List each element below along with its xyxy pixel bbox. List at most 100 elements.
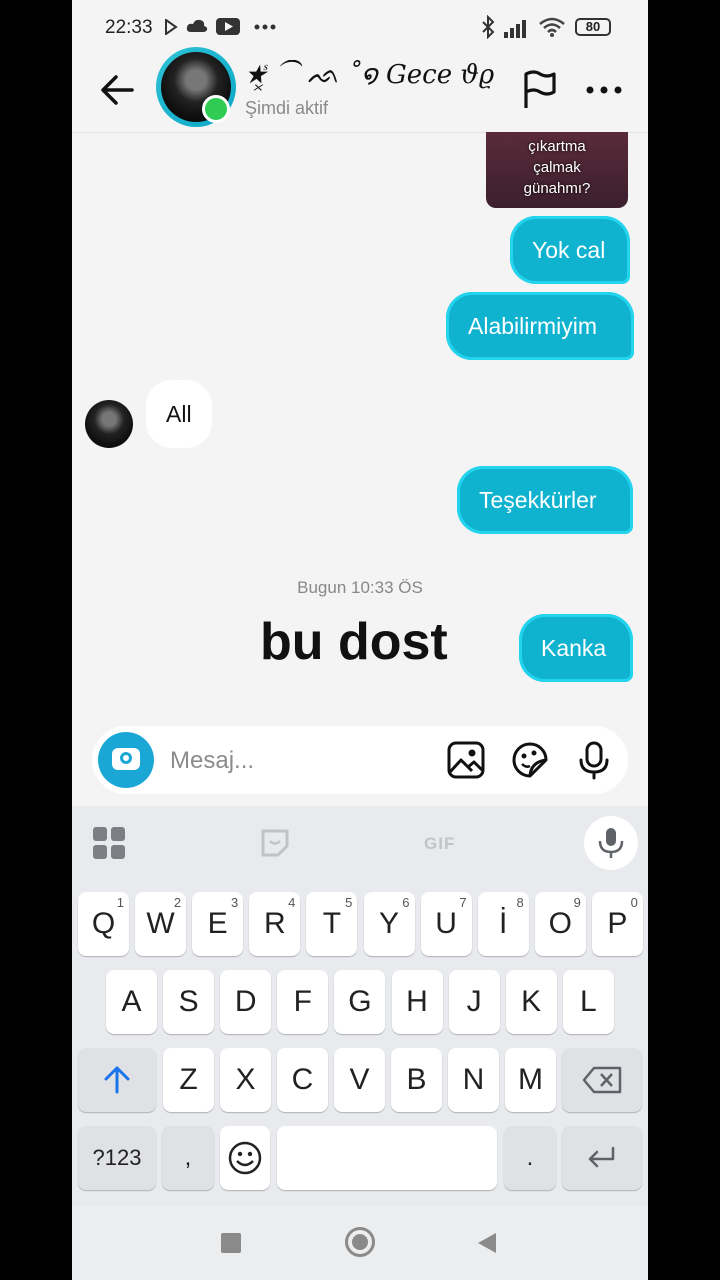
back-triangle-icon[interactable]	[476, 1231, 498, 1255]
backspace-key[interactable]	[562, 1048, 642, 1112]
microphone-icon[interactable]	[574, 740, 614, 780]
key-a[interactable]: A	[106, 970, 157, 1034]
key-i̇[interactable]: İ8	[477, 892, 529, 956]
key-label: C	[291, 1063, 314, 1096]
key-label: H	[406, 985, 428, 1018]
voice-input-button[interactable]	[584, 816, 638, 870]
space-key[interactable]	[277, 1126, 497, 1190]
key-k[interactable]: K	[505, 970, 557, 1034]
key-label: K	[521, 985, 542, 1018]
message-bubble-outgoing[interactable]: Kanka	[519, 614, 633, 682]
key-label: B	[406, 1063, 427, 1096]
key-p[interactable]: P0	[591, 892, 643, 956]
backspace-icon	[582, 1066, 622, 1094]
key-label: O	[548, 907, 572, 940]
key-j[interactable]: J	[448, 970, 500, 1034]
system-nav-bar	[72, 1206, 648, 1280]
key-v[interactable]: V	[334, 1048, 385, 1112]
key-d[interactable]: D	[220, 970, 272, 1034]
home-circle-icon[interactable]	[345, 1227, 375, 1257]
home-circle-inner	[352, 1234, 368, 1250]
message-input[interactable]	[168, 740, 422, 782]
key-h[interactable]: H	[391, 970, 443, 1034]
key-number-hint: 6	[402, 895, 410, 910]
key-o[interactable]: O9	[534, 892, 586, 956]
key-g[interactable]: G	[334, 970, 386, 1034]
message-bubble-outgoing[interactable]: Teşekkürler	[457, 466, 633, 534]
camera-icon[interactable]	[98, 732, 154, 788]
key-label: W	[146, 907, 175, 940]
key-m[interactable]: M	[505, 1048, 556, 1112]
key-c[interactable]: C	[277, 1048, 328, 1112]
symbols-key[interactable]: ?123	[78, 1126, 156, 1190]
key-q[interactable]: Q1	[78, 892, 129, 956]
gif-button[interactable]: GIF	[424, 834, 455, 854]
key-b[interactable]: B	[391, 1048, 442, 1112]
sender-avatar[interactable]	[85, 400, 133, 448]
emoji-key[interactable]	[220, 1126, 270, 1190]
chat-header: ★͓ᷤ ⁀ ᨒ ˚໑ Gece ϑϱ˚... Şimdi aktif	[72, 47, 648, 133]
key-label: E	[207, 907, 228, 940]
more-options-icon[interactable]	[584, 72, 624, 108]
key-y[interactable]: Y6	[363, 892, 415, 956]
youtube-icon	[216, 18, 240, 35]
key-number-hint: 8	[516, 895, 524, 910]
key-label: Q	[91, 907, 116, 940]
key-number-hint: 5	[345, 895, 353, 910]
keyboard-sticker-icon[interactable]	[260, 828, 290, 858]
key-r[interactable]: R4	[249, 892, 301, 956]
key-label: U	[435, 907, 457, 940]
key-x[interactable]: X	[220, 1048, 271, 1112]
back-arrow-icon[interactable]	[96, 68, 140, 112]
key-t[interactable]: T5	[306, 892, 358, 956]
shift-key[interactable]	[78, 1048, 156, 1112]
key-label: Z	[179, 1063, 198, 1096]
apps-grid-icon[interactable]	[92, 826, 126, 860]
more-dots-icon	[254, 24, 276, 30]
recents-square-icon[interactable]	[221, 1233, 241, 1253]
gallery-icon[interactable]	[446, 740, 486, 780]
key-s[interactable]: S	[163, 970, 215, 1034]
key-label: D	[234, 985, 257, 1018]
status-bar: 22:33 80	[72, 0, 648, 52]
message-bubble-outgoing[interactable]: Yok cal	[510, 216, 630, 284]
key-n[interactable]: N	[448, 1048, 499, 1112]
key-w[interactable]: W2	[135, 892, 187, 956]
keyboard: GIF Q1W2E3R4T5Y6U7İ8O9P0ASDFGHJKLZXCVBNM…	[72, 806, 648, 1206]
comma-key[interactable]: ,	[162, 1126, 214, 1190]
key-label: İ	[499, 907, 508, 940]
battery-icon: 80	[575, 18, 611, 36]
key-label: V	[349, 1063, 370, 1096]
cloud-icon	[186, 19, 208, 32]
message-thread: çıkartma çalmak günahmı? Yok cal Alabili…	[72, 132, 648, 722]
enter-key[interactable]	[562, 1126, 642, 1190]
enter-arrow-icon	[588, 1146, 615, 1168]
key-z[interactable]: Z	[163, 1048, 214, 1112]
key-label: X	[235, 1063, 256, 1096]
contact-name[interactable]: ★͓ᷤ ⁀ ᨒ ˚໑ Gece ϑϱ˚...	[245, 60, 495, 91]
key-number-hint: 9	[573, 895, 581, 910]
signal-icon	[504, 20, 526, 38]
play-store-icon	[165, 19, 178, 35]
contact-status: Şimdi aktif	[245, 98, 329, 118]
sticker-message[interactable]: çıkartma çalmak günahmı?	[486, 132, 628, 208]
message-bubble-outgoing[interactable]: Alabilirmiyim	[446, 292, 634, 360]
key-number-hint: 0	[630, 895, 638, 910]
key-number-hint: 7	[459, 895, 467, 910]
sticker-icon[interactable]	[510, 740, 550, 780]
key-label: G	[348, 985, 372, 1018]
phone-screen: 22:33 80 ★͓ᷤ ⁀ ᨒ ˚໑ Gece ϑϱ˚... Şimdi ak…	[72, 0, 648, 1280]
period-key[interactable]: .	[504, 1126, 556, 1190]
overlay-caption: bu dost	[260, 613, 448, 671]
online-status-dot	[202, 95, 230, 123]
key-u[interactable]: U7	[420, 892, 472, 956]
message-bubble-incoming[interactable]: All	[146, 380, 212, 448]
bluetooth-icon	[482, 15, 495, 39]
key-label: R	[263, 907, 286, 940]
key-e[interactable]: E3	[192, 892, 244, 956]
key-label: A	[121, 985, 142, 1018]
flag-icon[interactable]	[520, 70, 560, 110]
key-l[interactable]: L	[562, 970, 614, 1034]
key-f[interactable]: F	[277, 970, 329, 1034]
key-label: T	[322, 907, 342, 940]
